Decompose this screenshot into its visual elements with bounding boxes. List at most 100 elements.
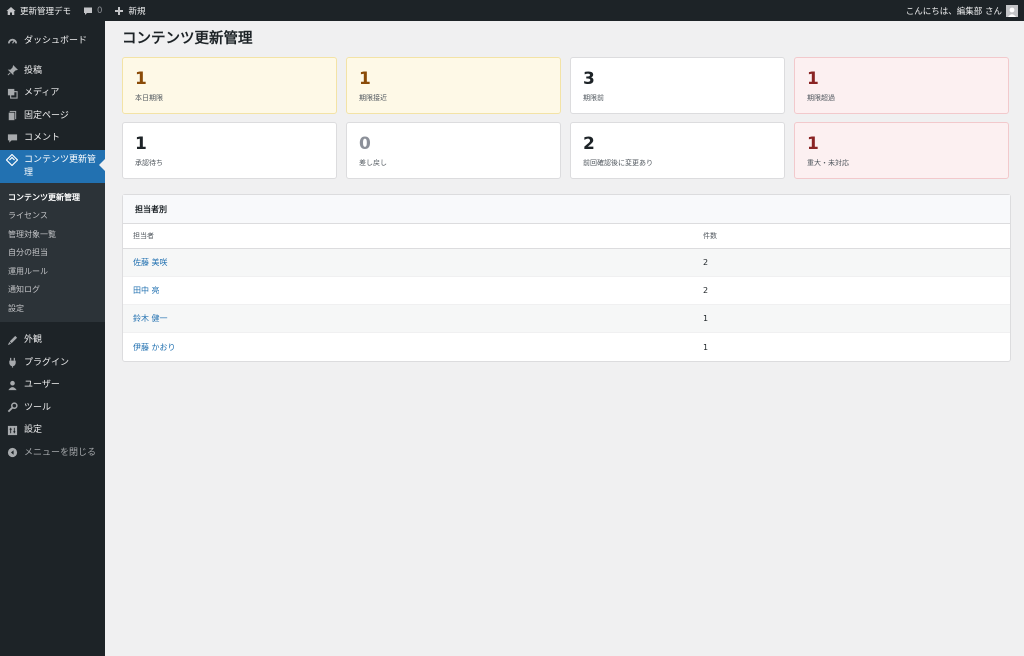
card-value: 1: [807, 134, 819, 154]
card-label: 差し戻し: [359, 159, 387, 167]
avatar-icon: [1006, 4, 1018, 17]
menu-label: ユーザー: [24, 380, 60, 390]
menu-media[interactable]: メディア: [0, 82, 105, 105]
collapse-menu-button[interactable]: メニューを閉じる: [0, 442, 105, 465]
card-value: 1: [135, 69, 147, 89]
page-icon: [6, 105, 18, 128]
card-due-today[interactable]: 1 本日期限: [122, 57, 337, 114]
comment-icon: [83, 6, 93, 16]
comments-link[interactable]: 0: [77, 0, 108, 21]
assignee-count: 2: [703, 258, 709, 267]
submenu-item-rules[interactable]: 運用ルール: [0, 263, 105, 282]
card-label: 承認待ち: [135, 159, 163, 167]
user-icon: [6, 374, 18, 397]
card-value: 1: [359, 69, 371, 89]
card-value: 3: [583, 69, 595, 89]
table-body: 佐藤 美咲 2 田中 亮 2 鈴木 健一 1 伊藤 かおり 1: [123, 249, 1010, 361]
comments-count: 0: [97, 5, 103, 16]
content-icon: [6, 154, 18, 167]
collapse-label: メニューを閉じる: [24, 447, 97, 458]
table-row: 鈴木 健一 1: [123, 305, 1010, 333]
menu-tools[interactable]: ツール: [0, 397, 105, 420]
card-overdue[interactable]: 1 期限超過: [794, 57, 1009, 114]
submenu-item-content-management[interactable]: コンテンツ更新管理: [0, 189, 105, 208]
admin-sidebar: ダッシュボード 投稿 メディア 固定ページ コメント コンテンツ更新管理 コンテ…: [0, 21, 105, 656]
page-title: コンテンツ更新管理: [122, 31, 253, 47]
site-name-link[interactable]: 更新管理デモ: [0, 0, 77, 21]
column-header-assignee: 担当者: [133, 232, 154, 240]
menu-label: 固定ページ: [24, 110, 69, 121]
card-value: 0: [359, 134, 371, 154]
settings-icon: [6, 419, 18, 442]
media-icon: [6, 82, 18, 105]
card-label: 期限超過: [807, 94, 835, 102]
plus-icon: [114, 6, 124, 16]
menu-label: プラグイン: [24, 357, 70, 368]
card-label: 本日期限: [135, 94, 163, 102]
assignee-link[interactable]: 佐藤 美咲: [133, 258, 168, 267]
panel-title: 担当者別: [123, 195, 1010, 224]
card-value: 1: [807, 69, 819, 89]
submenu-item-settings[interactable]: 設定: [0, 300, 105, 319]
card-label: 前回確認後に変更あり: [583, 159, 653, 167]
menu-label: ダッシュボード: [24, 36, 88, 46]
submenu-item-license[interactable]: ライセンス: [0, 207, 105, 226]
menu-appearance[interactable]: 外観: [0, 329, 105, 352]
card-awaiting-approval[interactable]: 1 承認待ち: [122, 122, 337, 179]
card-value: 2: [583, 134, 595, 154]
assignee-link[interactable]: 鈴木 健一: [133, 314, 168, 323]
menu-label: 外観: [24, 335, 43, 345]
menu-pages[interactable]: 固定ページ: [0, 105, 105, 128]
card-label: 期限前: [583, 94, 604, 102]
menu-label: コンテンツ更新管理: [24, 154, 97, 178]
menu-plugins[interactable]: プラグイン: [0, 352, 105, 375]
menu-comments[interactable]: コメント: [0, 127, 105, 150]
table-row: 佐藤 美咲 2: [123, 249, 1010, 277]
assignee-link[interactable]: 田中 亮: [133, 286, 160, 295]
menu-posts[interactable]: 投稿: [0, 60, 105, 83]
card-label: 期限接近: [359, 94, 387, 102]
card-changed-since-check[interactable]: 2 前回確認後に変更あり: [570, 122, 785, 179]
greeting: こんにちは、編集部 さん: [905, 6, 1002, 17]
admin-bar: 更新管理デモ 0 新規 こんにちは、編集部 さん: [0, 0, 1024, 21]
table-row: 伊藤 かおり 1: [123, 333, 1010, 361]
assignee-count: 1: [703, 314, 709, 323]
new-label: 新規: [128, 6, 146, 17]
collapse-icon: [6, 442, 18, 465]
submenu-item-managed-list[interactable]: 管理対象一覧: [0, 226, 105, 245]
card-label: 重大・未対応: [807, 159, 849, 167]
card-before-due[interactable]: 3 期限前: [570, 57, 785, 114]
my-account[interactable]: こんにちは、編集部 さん: [905, 4, 1024, 17]
site-name: 更新管理デモ: [20, 6, 72, 17]
card-value: 1: [135, 134, 147, 154]
menu-label: コメント: [24, 133, 61, 143]
card-critical-unhandled[interactable]: 1 重大・未対応: [794, 122, 1009, 179]
menu-label: メディア: [24, 88, 60, 98]
menu-label: 設定: [24, 425, 43, 435]
assignee-link[interactable]: 伊藤 かおり: [133, 343, 176, 352]
assignee-count: 2: [703, 286, 709, 295]
card-returned[interactable]: 0 差し戻し: [346, 122, 561, 179]
table-header: 担当者 件数: [123, 224, 1010, 249]
menu-content-management[interactable]: コンテンツ更新管理: [0, 149, 105, 183]
content-submenu: コンテンツ更新管理 ライセンス 管理対象一覧 自分の担当 運用ルール 通知ログ …: [0, 182, 105, 322]
menu-users[interactable]: ユーザー: [0, 374, 105, 397]
home-icon: [6, 6, 16, 16]
card-due-soon[interactable]: 1 期限接近: [346, 57, 561, 114]
appearance-icon: [6, 329, 18, 352]
menu-dashboard[interactable]: ダッシュボード: [0, 30, 105, 53]
column-header-count: 件数: [703, 232, 717, 240]
submenu-item-my-assignments[interactable]: 自分の担当: [0, 244, 105, 263]
assignee-panel: 担当者別 担当者 件数 佐藤 美咲 2 田中 亮 2 鈴木 健一 1 伊藤 かお…: [122, 194, 1011, 362]
comment-icon: [6, 127, 18, 150]
main-content: コンテンツ更新管理 1 本日期限 1 期限接近 3 期限前 1 期限超過 1 承…: [105, 21, 1024, 656]
menu-label: ツール: [24, 402, 52, 413]
new-content-link[interactable]: 新規: [108, 0, 151, 21]
submenu-item-notification-log[interactable]: 通知ログ: [0, 281, 105, 300]
dashboard-icon: [6, 30, 18, 53]
menu-settings[interactable]: 設定: [0, 419, 105, 442]
tools-icon: [6, 397, 18, 420]
summary-cards: 1 本日期限 1 期限接近 3 期限前 1 期限超過 1 承認待ち 0 差し戻し…: [122, 57, 1011, 179]
pin-icon: [6, 60, 18, 83]
assignee-count: 1: [703, 342, 709, 352]
